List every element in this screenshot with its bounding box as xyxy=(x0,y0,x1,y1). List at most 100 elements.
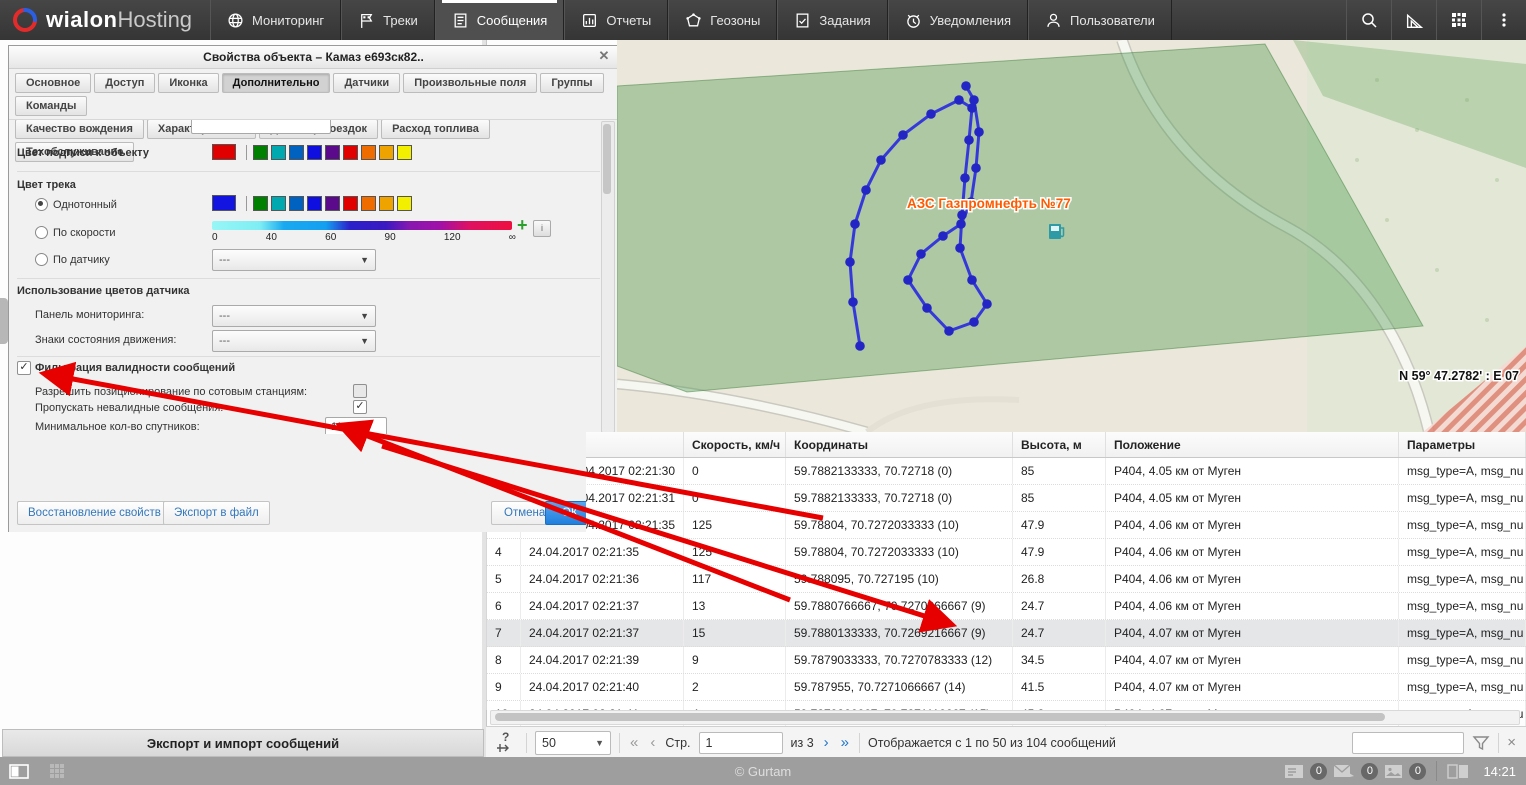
current-label-color-swatch[interactable] xyxy=(212,144,236,160)
color-swatch[interactable] xyxy=(289,145,304,160)
table-row[interactable]: 3 24.04.2017 02:21:35 125 59.78804, 70.7… xyxy=(487,512,1526,539)
dialog-title-bar[interactable]: Свойства объекта – Камаз е693ск82.. ✕ xyxy=(9,46,618,69)
close-icon[interactable]: ✕ xyxy=(596,48,612,64)
gradient-settings-button[interactable]: i xyxy=(533,220,551,237)
nav-tab-users[interactable]: Пользователи xyxy=(1028,0,1172,40)
radio-track-mono[interactable] xyxy=(35,198,48,211)
restore-properties-button[interactable]: Восстановление свойств xyxy=(17,501,172,525)
nav-tab-jobs[interactable]: Задания xyxy=(777,0,887,40)
table-row[interactable]: 9 24.04.2017 02:21:40 2 59.787955, 70.72… xyxy=(487,674,1526,701)
color-swatch[interactable] xyxy=(397,145,412,160)
col-header-speed[interactable]: Скорость, км/ч xyxy=(684,432,786,457)
nav-tab-reports[interactable]: Отчеты xyxy=(564,0,668,40)
map-view[interactable]: АЗС Газпромнефть №77 N 59° 47.2782' : E … xyxy=(617,40,1526,432)
dialog-tab[interactable]: Иконка xyxy=(158,73,218,93)
ruler-icon xyxy=(1405,11,1424,30)
toggle-left-panel-button[interactable] xyxy=(0,757,38,785)
photo-icon[interactable] xyxy=(1384,764,1403,779)
scrollbar-thumb[interactable] xyxy=(603,124,611,194)
bottom-panel-icon[interactable] xyxy=(1447,764,1469,779)
prev-page-button[interactable]: ‹ xyxy=(648,734,657,751)
bottom-apps-button[interactable] xyxy=(38,757,76,785)
nav-tab-monitoring[interactable]: Мониторинг xyxy=(210,0,341,40)
color-swatch[interactable] xyxy=(271,145,286,160)
monitoring-panel-select[interactable]: ---▼ xyxy=(212,305,376,327)
cell-params: msg_type=A, msg_nu xyxy=(1399,512,1526,538)
speed-gradient-bar[interactable] xyxy=(212,221,512,230)
nav-tab-messages[interactable]: Сообщения xyxy=(435,0,565,40)
col-header-params[interactable]: Параметры xyxy=(1399,432,1526,457)
validity-filter-checkbox[interactable]: ✓ xyxy=(17,361,31,375)
color-swatch[interactable] xyxy=(307,196,322,211)
radio-track-by-speed[interactable] xyxy=(35,226,48,239)
min-sats-input[interactable]: 11 xyxy=(325,417,387,434)
search-button[interactable] xyxy=(1346,0,1391,40)
table-row[interactable]: 2 24.04.2017 02:21:31 0 59.7882133333, 7… xyxy=(487,485,1526,512)
nav-tab-geofences[interactable]: Геозоны xyxy=(668,0,777,40)
table-row[interactable]: 7 24.04.2017 02:21:37 15 59.7880133333, … xyxy=(487,620,1526,647)
col-header-alt[interactable]: Высота, м xyxy=(1013,432,1106,457)
export-to-file-button[interactable]: Экспорт в файл xyxy=(163,501,270,525)
color-swatch[interactable] xyxy=(361,196,376,211)
more-menu-button[interactable] xyxy=(1481,0,1526,40)
motion-signs-select[interactable]: ---▼ xyxy=(212,330,376,352)
clipped-input[interactable] xyxy=(191,119,331,134)
panel-collapse-handle[interactable] xyxy=(0,298,8,344)
table-row[interactable]: 6 24.04.2017 02:21:37 13 59.7880766667, … xyxy=(487,593,1526,620)
color-swatch[interactable] xyxy=(253,145,268,160)
table-row[interactable]: 5 24.04.2017 02:21:36 117 59.788095, 70.… xyxy=(487,566,1526,593)
scrollbar-thumb[interactable] xyxy=(495,713,1385,721)
first-page-button[interactable]: « xyxy=(628,734,640,751)
color-swatch[interactable] xyxy=(397,196,412,211)
dialog-tab[interactable]: Произвольные поля xyxy=(403,73,537,93)
color-swatch[interactable] xyxy=(253,196,268,211)
table-row[interactable]: 8 24.04.2017 02:21:39 9 59.7879033333, 7… xyxy=(487,647,1526,674)
color-swatch[interactable] xyxy=(343,145,358,160)
col-header-coords[interactable]: Координаты xyxy=(786,432,1013,457)
table-row[interactable]: 1 24.04.2017 02:21:30 0 59.7882133333, 7… xyxy=(487,458,1526,485)
filter-input[interactable] xyxy=(1352,732,1464,754)
export-import-panel-toggle[interactable]: Экспорт и импорт сообщений xyxy=(2,729,484,757)
current-track-color-swatch[interactable] xyxy=(212,195,236,211)
color-swatch[interactable] xyxy=(325,196,340,211)
page-size-select[interactable]: 50▼ xyxy=(535,731,611,755)
color-swatch[interactable] xyxy=(325,145,340,160)
dialog-scrollbar[interactable] xyxy=(601,121,615,433)
last-page-button[interactable]: » xyxy=(839,734,851,751)
mail-icon[interactable] xyxy=(1333,764,1355,779)
cell-speed: 9 xyxy=(684,647,786,673)
dialog-tab[interactable]: Основное xyxy=(15,73,91,93)
table-row[interactable]: 4 24.04.2017 02:21:35 125 59.78804, 70.7… xyxy=(487,539,1526,566)
color-swatch[interactable] xyxy=(379,196,394,211)
apps-button[interactable] xyxy=(1436,0,1481,40)
dialog-tab[interactable]: Дополнительно xyxy=(222,73,331,93)
radio-track-by-sensor[interactable] xyxy=(35,253,48,266)
color-swatch[interactable] xyxy=(289,196,304,211)
table-horizontal-scrollbar[interactable] xyxy=(490,710,1520,725)
nav-tab-tracks[interactable]: Треки xyxy=(341,0,435,40)
color-swatch[interactable] xyxy=(307,145,322,160)
autoscroll-button[interactable]: ? xyxy=(496,732,518,754)
driver-list-icon[interactable] xyxy=(1284,764,1304,779)
color-swatch[interactable] xyxy=(379,145,394,160)
col-header-pos[interactable]: Положение xyxy=(1106,432,1399,457)
dialog-tab[interactable]: Группы xyxy=(540,73,603,93)
cell-speed: 125 xyxy=(684,512,786,538)
dialog-tab[interactable]: Команды xyxy=(15,96,87,116)
color-swatch[interactable] xyxy=(343,196,358,211)
color-swatch[interactable] xyxy=(271,196,286,211)
skip-invalid-checkbox[interactable]: ✓ xyxy=(353,400,367,414)
dialog-tab[interactable]: Датчики xyxy=(333,73,400,93)
filter-funnel-icon[interactable] xyxy=(1472,734,1490,752)
measure-button[interactable] xyxy=(1391,0,1436,40)
page-number-input[interactable]: 1 xyxy=(699,732,783,754)
nav-tab-notifications[interactable]: Уведомления xyxy=(888,0,1028,40)
sensor-select[interactable]: ---▼ xyxy=(212,249,376,271)
allow-lbs-label: Разрешить позиционирование по сотовым ст… xyxy=(35,386,307,398)
add-gradient-stop-button[interactable]: + xyxy=(517,218,528,232)
clear-filter-button[interactable]: × xyxy=(1507,734,1516,751)
color-swatch[interactable] xyxy=(361,145,376,160)
next-page-button[interactable]: › xyxy=(822,734,831,751)
allow-lbs-checkbox[interactable] xyxy=(353,384,367,398)
dialog-tab[interactable]: Доступ xyxy=(94,73,155,93)
